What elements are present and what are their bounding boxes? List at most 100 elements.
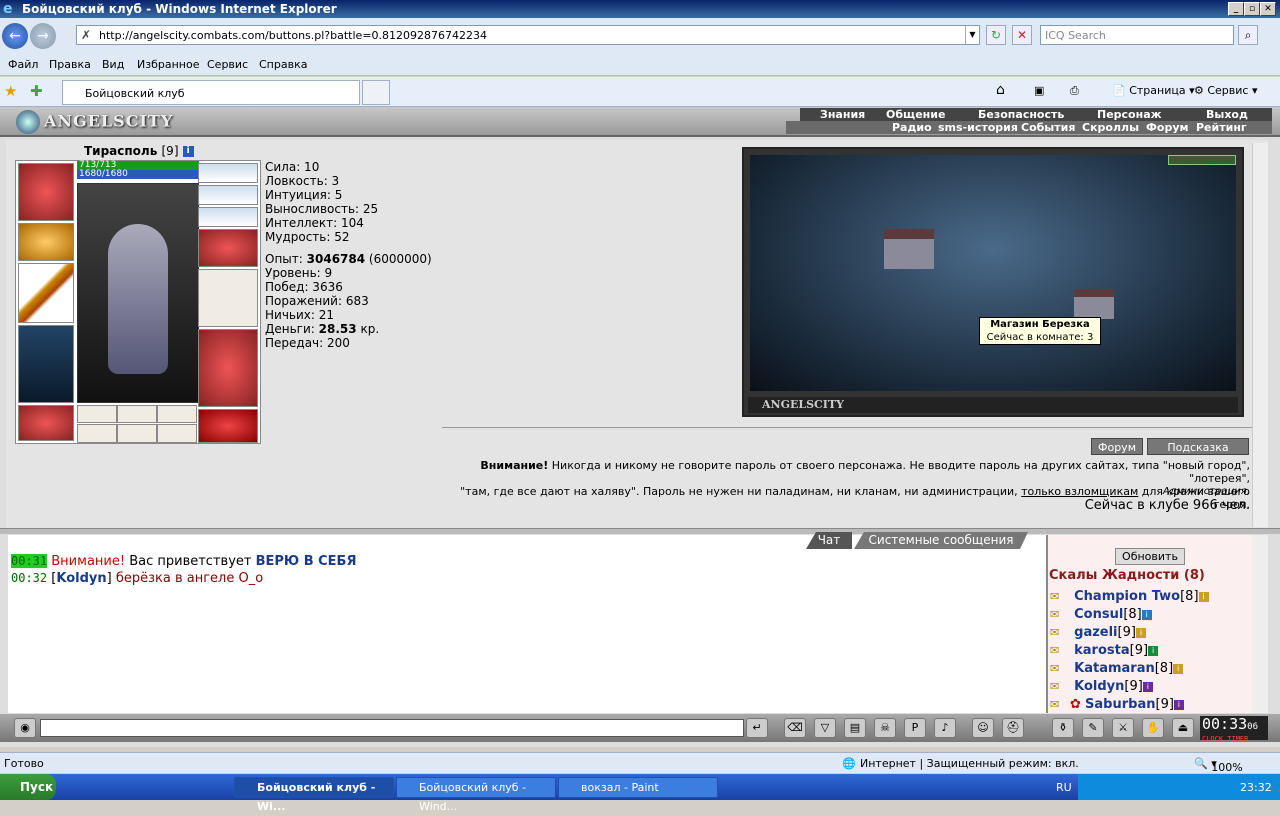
private-message-icon[interactable]: ✉ (1050, 662, 1070, 675)
start-button[interactable]: Пуск (0, 774, 56, 800)
rune-slot-2[interactable] (117, 405, 157, 423)
menu-tools[interactable]: Сервис (207, 58, 248, 71)
submenu-events[interactable]: События (1021, 121, 1075, 134)
send-icon[interactable]: ↵ (746, 718, 768, 738)
character-name[interactable]: Тирасполь [9] i (84, 144, 194, 158)
refresh-users-button[interactable]: Обновить (1115, 548, 1185, 565)
boots-slot[interactable] (198, 409, 258, 443)
info-icon[interactable]: i (1135, 627, 1146, 638)
back-button[interactable]: ← (2, 23, 28, 49)
rune-slot-4[interactable] (77, 424, 117, 443)
skills-icon[interactable]: ⚔ (1112, 718, 1134, 738)
search-icon[interactable]: ⌕ (1238, 25, 1258, 45)
tray-clock[interactable]: 23:32 (1240, 781, 1272, 794)
page-menu[interactable]: 📄 Страница ▾ (1112, 84, 1195, 97)
forward-button[interactable]: → (30, 23, 56, 49)
new-tab-button[interactable] (362, 80, 390, 105)
user-entry[interactable]: ✉ Katamaran[8] i (1050, 661, 1184, 679)
fight-icon[interactable]: ☠ (874, 718, 896, 738)
menu-security[interactable]: Безопасность (978, 108, 1064, 121)
url-field[interactable]: ✗ http://angelscity.combats.com/buttons.… (76, 25, 980, 45)
exit-icon[interactable]: ⏏ (1172, 718, 1194, 738)
private-message-icon[interactable]: ✉ (1050, 626, 1070, 639)
tab-fight-club[interactable]: Бойцовский клуб (62, 80, 360, 105)
info-icon[interactable]: i (1141, 609, 1152, 620)
info-icon[interactable]: i (1173, 663, 1184, 674)
info-icon[interactable]: i (1173, 699, 1184, 710)
submenu-rating[interactable]: Рейтинг (1196, 121, 1247, 134)
maximize-button[interactable]: ▫ (1244, 2, 1260, 16)
hands-icon[interactable]: ✋ (1142, 718, 1164, 738)
menu-file[interactable]: Файл (8, 58, 38, 71)
menu-help[interactable]: Справка (259, 58, 307, 71)
private-message-icon[interactable]: ✉ (1050, 608, 1070, 621)
info-icon[interactable]: i (1198, 591, 1209, 602)
private-icon[interactable]: P (904, 718, 926, 738)
close-window-button[interactable]: ✕ (1260, 2, 1276, 16)
task-fight-club-2[interactable]: Бойцовский клуб - Wind... (396, 777, 556, 813)
shield-slot[interactable] (198, 269, 258, 327)
amulet-slot[interactable] (198, 185, 258, 205)
smiley-icon[interactable]: ☺ (972, 718, 994, 738)
menu-knowledge[interactable]: Знания (820, 108, 865, 121)
task-paint[interactable]: вокзал - Paint (558, 777, 718, 798)
home-icon[interactable]: ⌂ (996, 82, 1005, 98)
info-icon[interactable]: i (182, 146, 194, 157)
scroll-icon[interactable]: ✎ (1082, 718, 1104, 738)
menu-view[interactable]: Вид (102, 58, 124, 71)
scene-image[interactable] (750, 155, 1236, 391)
print-icon[interactable]: ⎙ (1070, 84, 1079, 98)
user-entry[interactable]: ✉ karosta[9] i (1050, 643, 1159, 661)
private-message-icon[interactable]: ✉ (1050, 590, 1070, 603)
gloves-slot[interactable] (198, 229, 258, 267)
users-scrollbar[interactable] (1252, 535, 1268, 713)
location-scene[interactable]: Магазин Березка Сейчас в комнате: 3 ANGE… (742, 147, 1244, 417)
belt-slot[interactable] (18, 405, 74, 441)
save-icon[interactable]: ▤ (844, 718, 866, 738)
minimize-button[interactable]: _ (1228, 2, 1244, 16)
submenu-forum[interactable]: Форум (1146, 121, 1189, 134)
user-entry[interactable]: ✉ ✿ Saburban[9] i (1050, 697, 1184, 715)
add-favorite-icon[interactable]: ✚ (30, 82, 43, 100)
menu-exit[interactable]: Выход (1206, 108, 1248, 121)
rune-slot-3[interactable] (157, 405, 197, 423)
rings-slot[interactable] (198, 207, 258, 227)
task-fight-club-1[interactable]: Бойцовский клуб - Wi... (234, 777, 394, 813)
leggings-slot[interactable] (198, 329, 258, 407)
private-message-icon[interactable]: ✉ (1050, 680, 1070, 693)
private-message-icon[interactable]: ✉ (1050, 698, 1070, 711)
info-icon[interactable]: i (1142, 681, 1153, 692)
private-message-icon[interactable]: ✉ (1050, 644, 1070, 657)
zoom-level[interactable]: 🔍 100% ▾ (1194, 757, 1243, 774)
info-icon[interactable]: i (1148, 645, 1159, 656)
shop-building[interactable] (1074, 289, 1114, 319)
weapon-slot[interactable] (18, 263, 74, 323)
refresh-icon[interactable]: ↻ (986, 25, 1006, 45)
url-dropdown-icon[interactable]: ▼ (965, 26, 979, 44)
tab-system-messages[interactable]: Системные сообщения (854, 532, 1028, 549)
submenu-scrolls[interactable]: Скроллы (1082, 121, 1139, 134)
bracer-slot[interactable] (18, 223, 74, 261)
chat-input[interactable] (40, 719, 744, 737)
helmet-slot[interactable] (18, 163, 74, 221)
clear-icon[interactable]: ⌫ (784, 718, 806, 738)
menu-communication[interactable]: Общение (886, 108, 945, 121)
user-entry[interactable]: ✉ gazeli[9] i (1050, 625, 1146, 643)
stop-icon[interactable]: ✕ (1012, 25, 1032, 45)
submenu-radio[interactable]: Радио (892, 121, 932, 134)
inventory-icon[interactable]: ⚱ (1052, 718, 1074, 738)
chat-mode-icon[interactable]: ◉ (14, 718, 36, 738)
forum-button[interactable]: Форум (1091, 438, 1143, 455)
user-entry[interactable]: ✉ Koldyn[9] i (1050, 679, 1153, 697)
search-input[interactable]: ICQ Search (1040, 25, 1234, 45)
menu-edit[interactable]: Правка (49, 58, 91, 71)
rune-slot-1[interactable] (77, 405, 117, 423)
menu-character[interactable]: Персонаж (1097, 108, 1162, 121)
menu-favorites[interactable]: Избранное (137, 58, 199, 71)
rune-slot-6[interactable] (157, 424, 197, 443)
helmet-icon[interactable]: ⛑ (1002, 718, 1024, 738)
user-entry[interactable]: ✉ Champion Two[8] i (1050, 589, 1209, 607)
feeds-icon[interactable]: ▣ (1034, 84, 1044, 97)
page-scrollbar[interactable] (1252, 143, 1268, 527)
language-indicator[interactable]: RU (1056, 781, 1072, 794)
